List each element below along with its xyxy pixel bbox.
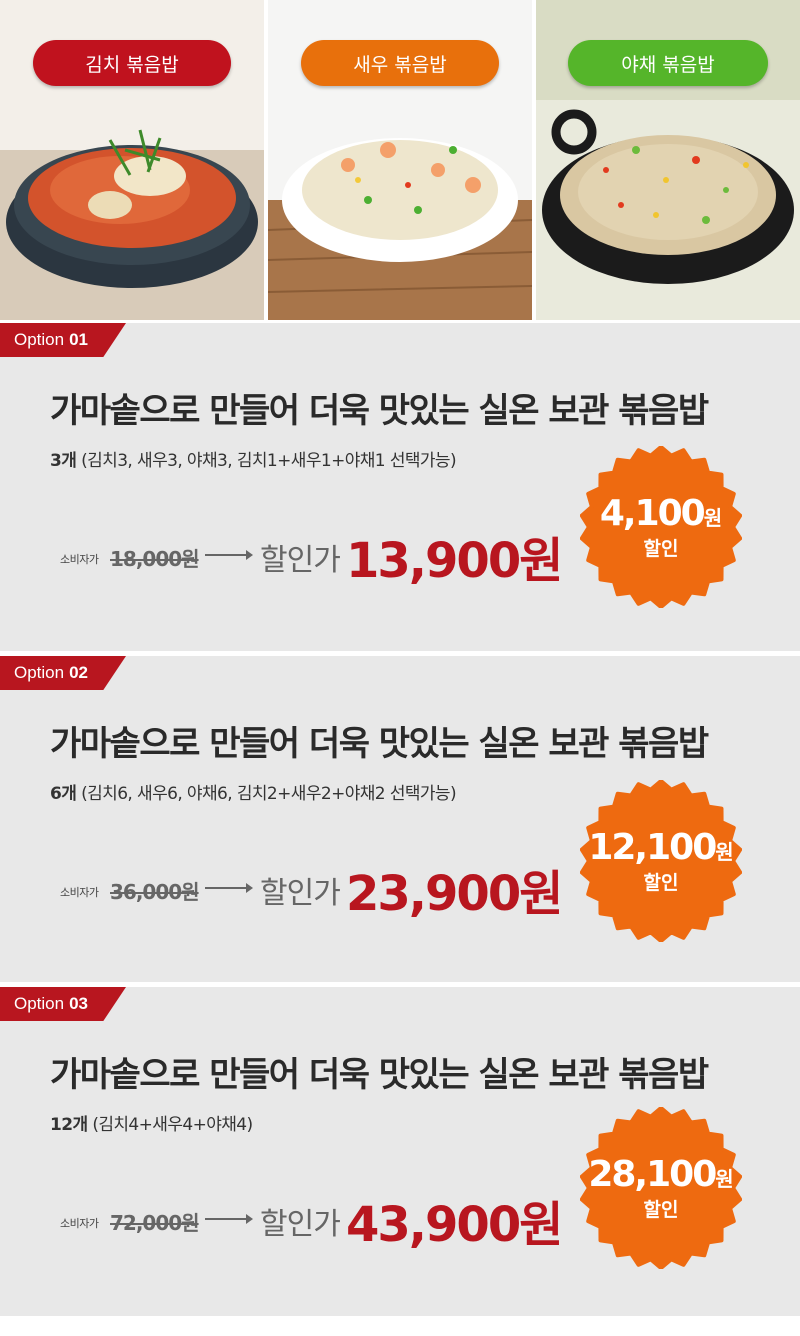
option-description: 12개 (김치4+새우4+야채4) <box>50 1110 253 1135</box>
discount-amount: 4,100 <box>599 493 706 534</box>
consumer-price-label: 소비자가 <box>60 553 99 566</box>
price-row: 소비자가 72,000원 할인가 43,900원 <box>60 1187 580 1253</box>
sale-price: 43,900원 <box>346 1197 563 1253</box>
discount-label: 할인 <box>643 872 679 894</box>
product-pill-shrimp: 새우 볶음밥 <box>301 40 499 86</box>
product-image-strip: 김치 볶음밥 새우 볶음밥 야채 볶음밥 <box>0 0 800 322</box>
product-pill-label: 김치 볶음밥 <box>85 53 179 76</box>
price-row: 소비자가 18,000원 할인가 13,900원 <box>60 523 580 589</box>
option-tab-prefix: Option <box>14 994 65 1013</box>
discount-currency: 원 <box>703 506 723 530</box>
sale-price-label: 할인가 <box>260 543 341 578</box>
shrimp-fried-rice-image: 새우 볶음밥 <box>268 0 532 320</box>
arrow-right-icon <box>205 550 253 560</box>
option-description: 3개 (김치3, 새우3, 야채3, 김치1+새우1+야채1 선택가능) <box>50 446 457 471</box>
price-row: 소비자가 36,000원 할인가 23,900원 <box>60 856 580 922</box>
product-pill-label: 야채 볶음밥 <box>621 53 715 76</box>
option-section-02: Option 02 가마솥으로 만들어 더욱 맛있는 실온 보관 볶음밥 6개 … <box>0 656 800 982</box>
option-tab: Option 01 <box>0 323 126 357</box>
option-tab-prefix: Option <box>14 663 65 682</box>
option-tab: Option 03 <box>0 987 126 1021</box>
option-tab-number: 03 <box>69 994 89 1013</box>
discount-amount: 28,100 <box>588 1154 717 1195</box>
option-title: 가마솥으로 만들어 더욱 맛있는 실온 보관 볶음밥 <box>50 391 709 431</box>
option-count: 3개 <box>50 451 77 471</box>
arrow-right-icon <box>205 883 253 893</box>
option-title: 가마솥으로 만들어 더욱 맛있는 실온 보관 볶음밥 <box>50 1055 709 1095</box>
sale-price-label: 할인가 <box>260 1207 341 1242</box>
kimchi-fried-rice-image: 김치 볶음밥 <box>0 0 264 320</box>
discount-amount: 12,100 <box>588 827 717 868</box>
option-title: 가마솥으로 만들어 더욱 맛있는 실온 보관 볶음밥 <box>50 724 709 764</box>
option-detail: (김치4+새우4+야채4) <box>92 1115 253 1135</box>
original-price: 72,000원 <box>110 1211 200 1235</box>
consumer-price-label: 소비자가 <box>60 886 99 899</box>
vegetable-fried-rice-image: 야채 볶음밥 <box>536 0 800 320</box>
product-pill-vegetable: 야채 볶음밥 <box>568 40 768 86</box>
sale-price: 13,900원 <box>346 533 563 589</box>
option-count: 12개 <box>50 1115 88 1135</box>
option-tab-prefix: Option <box>14 330 65 349</box>
discount-badge: 28,100원 할인 <box>580 1107 742 1269</box>
option-count: 6개 <box>50 784 77 804</box>
option-section-03: Option 03 가마솥으로 만들어 더욱 맛있는 실온 보관 볶음밥 12개… <box>0 987 800 1316</box>
arrow-right-icon <box>205 1214 253 1224</box>
option-detail: (김치3, 새우3, 야채3, 김치1+새우1+야채1 선택가능) <box>81 451 457 471</box>
option-tab: Option 02 <box>0 656 126 690</box>
discount-badge: 4,100원 할인 <box>580 446 742 608</box>
discount-currency: 원 <box>715 840 734 864</box>
discount-currency: 원 <box>715 1167 734 1191</box>
discount-label: 할인 <box>643 538 679 560</box>
option-detail: (김치6, 새우6, 야채6, 김치2+새우2+야채2 선택가능) <box>81 784 457 804</box>
option-tab-number: 02 <box>69 663 89 682</box>
original-price: 36,000원 <box>110 880 200 904</box>
product-pill-kimchi: 김치 볶음밥 <box>33 40 231 86</box>
option-description: 6개 (김치6, 새우6, 야채6, 김치2+새우2+야채2 선택가능) <box>50 779 457 804</box>
discount-badge: 12,100원 할인 <box>580 780 742 942</box>
product-pill-label: 새우 볶음밥 <box>353 53 447 76</box>
sale-price-label: 할인가 <box>260 876 341 911</box>
sale-price: 23,900원 <box>346 866 563 922</box>
consumer-price-label: 소비자가 <box>60 1217 99 1230</box>
original-price: 18,000원 <box>110 547 200 571</box>
option-section-01: Option 01 가마솥으로 만들어 더욱 맛있는 실온 보관 볶음밥 3개 … <box>0 323 800 651</box>
discount-label: 할인 <box>643 1199 679 1221</box>
option-tab-number: 01 <box>69 330 89 349</box>
